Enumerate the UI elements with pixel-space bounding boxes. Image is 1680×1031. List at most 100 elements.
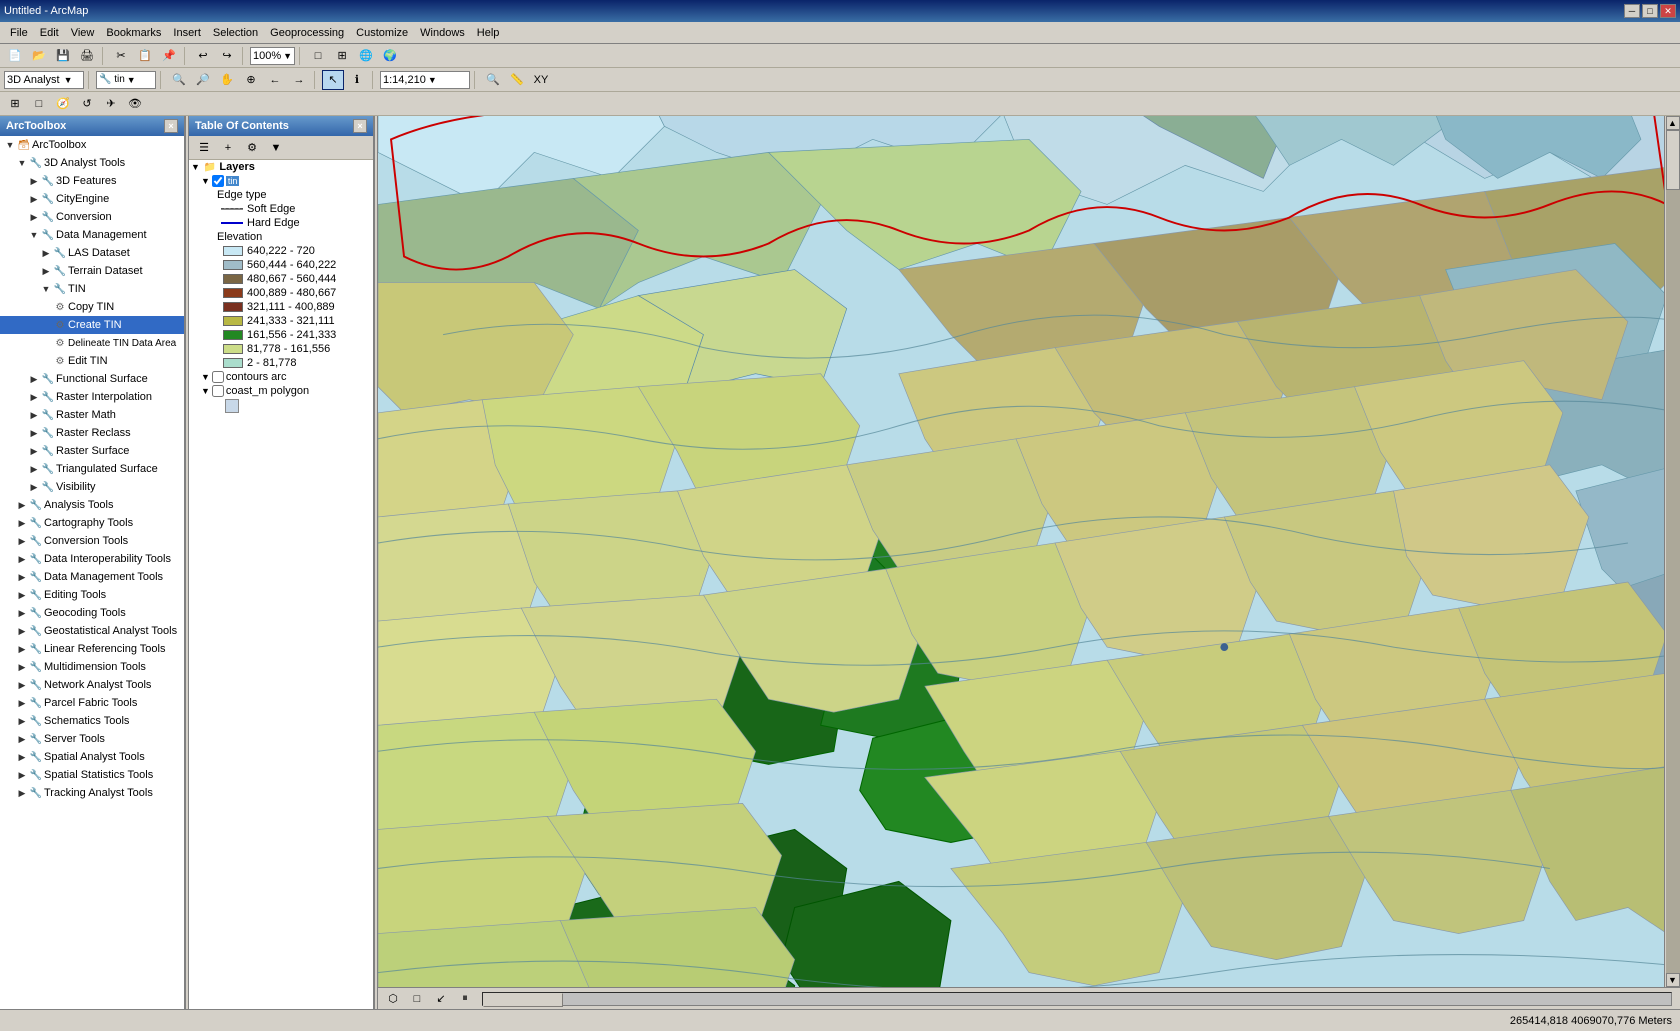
server-item[interactable]: ▶ 🔧 Server Tools	[0, 730, 184, 748]
3d-analyst-tools-item[interactable]: ▼ 🔧 3D Analyst Tools	[0, 154, 184, 172]
rotate-btn[interactable]: ↺	[76, 94, 98, 114]
3d-features-item[interactable]: ▶ 🔧 3D Features	[0, 172, 184, 190]
menu-file[interactable]: File	[4, 25, 34, 41]
scene-viewer-btn[interactable]: 👁	[124, 94, 146, 114]
cityengine-expand[interactable]: ▶	[28, 193, 40, 205]
find-btn[interactable]: 🔍	[482, 70, 504, 90]
analysis-tools-item[interactable]: ▶ 🔧 Analysis Tools	[0, 496, 184, 514]
map-extent-btn[interactable]: ⊞	[4, 94, 26, 114]
map-vertical-scrollbar[interactable]: ▲ ▼	[1664, 116, 1680, 987]
spatial-analyst-item[interactable]: ▶ 🔧 Spatial Analyst Tools	[0, 748, 184, 766]
map-fullscreen-btn[interactable]: □	[406, 989, 428, 1009]
prev-extent-btn[interactable]: ←	[264, 70, 286, 90]
server-expand[interactable]: ▶	[16, 733, 28, 745]
linear-ref-expand[interactable]: ▶	[16, 643, 28, 655]
layout-btn[interactable]: □	[28, 94, 50, 114]
tri-surface-expand[interactable]: ▶	[28, 463, 40, 475]
visibility-expand[interactable]: ▶	[28, 481, 40, 493]
zoom-in-btn[interactable]: 🔍	[168, 70, 190, 90]
func-surface-expand[interactable]: ▶	[28, 373, 40, 385]
parcel-expand[interactable]: ▶	[16, 697, 28, 709]
las-dataset-item[interactable]: ▶ 🔧 LAS Dataset	[0, 244, 184, 262]
tracking-expand[interactable]: ▶	[16, 787, 28, 799]
parcel-item[interactable]: ▶ 🔧 Parcel Fabric Tools	[0, 694, 184, 712]
map-area[interactable]: ⬡ □ ↙ ⏸ ▲ ▼	[378, 116, 1680, 1009]
geocoding-expand[interactable]: ▶	[16, 607, 28, 619]
tin-layer-checkbox[interactable]	[212, 175, 224, 187]
analysis-expand[interactable]: ▶	[16, 499, 28, 511]
data-interop-item[interactable]: ▶ 🔧 Data Interoperability Tools	[0, 550, 184, 568]
multidim-expand[interactable]: ▶	[16, 661, 28, 673]
coast-polygon-item[interactable]: ▼ coast_m polygon	[189, 384, 373, 398]
geocoding-item[interactable]: ▶ 🔧 Geocoding Tools	[0, 604, 184, 622]
raster-math-item[interactable]: ▶ 🔧 Raster Math	[0, 406, 184, 424]
data-view-btn[interactable]: ⊞	[331, 46, 353, 66]
zoom-out-btn[interactable]: 🔎	[192, 70, 214, 90]
data-management-item[interactable]: ▼ 🔧 Data Management	[0, 226, 184, 244]
geostat-item[interactable]: ▶ 🔧 Geostatistical Analyst Tools	[0, 622, 184, 640]
edit-tin-item[interactable]: ⚙ Edit TIN	[0, 352, 184, 370]
arcoolbox-root-item[interactable]: ▼ 🗃 ArcToolbox	[0, 136, 184, 154]
conversion-tools-item[interactable]: ▶ 🔧 Conversion Tools	[0, 532, 184, 550]
editing-tools-item[interactable]: ▶ 🔧 Editing Tools	[0, 586, 184, 604]
tin-folder-item[interactable]: ▼ 🔧 TIN	[0, 280, 184, 298]
toc-close-button[interactable]: ×	[353, 119, 367, 133]
cityengine-item[interactable]: ▶ 🔧 CityEngine	[0, 190, 184, 208]
close-window-button[interactable]: ✕	[1660, 4, 1676, 18]
spatial-stats-expand[interactable]: ▶	[16, 769, 28, 781]
undo-btn[interactable]: ↩	[192, 46, 214, 66]
data-mgmt-tools-expand[interactable]: ▶	[16, 571, 28, 583]
data-mgmt-tools-item[interactable]: ▶ 🔧 Data Management Tools	[0, 568, 184, 586]
map-pause-btn[interactable]: ⏸	[454, 989, 476, 1009]
raster-math-expand[interactable]: ▶	[28, 409, 40, 421]
maximize-button[interactable]: □	[1642, 4, 1658, 18]
menu-bookmarks[interactable]: Bookmarks	[100, 25, 167, 41]
menu-insert[interactable]: Insert	[167, 25, 207, 41]
print-btn[interactable]: 🖨	[76, 46, 98, 66]
toc-options-btn[interactable]: ▼	[265, 138, 287, 158]
3d-features-expand[interactable]: ▶	[28, 175, 40, 187]
next-extent-btn[interactable]: →	[288, 70, 310, 90]
web-btn[interactable]: 🌍	[379, 46, 401, 66]
analyst-combo[interactable]: 3D Analyst ▼	[4, 71, 84, 89]
tri-surface-item[interactable]: ▶ 🔧 Triangulated Surface	[0, 460, 184, 478]
conversion-expand[interactable]: ▶	[28, 211, 40, 223]
toc-add-data-btn[interactable]: +	[217, 138, 239, 158]
scroll-up-btn[interactable]: ▲	[1666, 116, 1680, 130]
raster-reclass-expand[interactable]: ▶	[28, 427, 40, 439]
toc-layers-group[interactable]: ▼ 📁 Layers	[189, 160, 373, 174]
arctoolbox-close-button[interactable]: ×	[164, 119, 178, 133]
tin-layer-item[interactable]: ▼ tin	[189, 174, 373, 188]
scroll-track[interactable]	[1666, 130, 1680, 973]
tin-expand[interactable]: ▼	[40, 283, 52, 295]
menu-selection[interactable]: Selection	[207, 25, 264, 41]
menu-geoprocessing[interactable]: Geoprocessing	[264, 25, 350, 41]
full-extent-btn[interactable]: ⊕	[240, 70, 262, 90]
nav3d-btn[interactable]: 🧭	[52, 94, 74, 114]
scale-input[interactable]: 1:14,210 ▼	[380, 71, 470, 89]
network-analyst-item[interactable]: ▶ 🔧 Network Analyst Tools	[0, 676, 184, 694]
schematics-item[interactable]: ▶ 🔧 Schematics Tools	[0, 712, 184, 730]
conversion-item[interactable]: ▶ 🔧 Conversion	[0, 208, 184, 226]
terrain-expand[interactable]: ▶	[40, 265, 52, 277]
3d-expand[interactable]: ▼	[16, 157, 28, 169]
scroll-down-btn[interactable]: ▼	[1666, 973, 1680, 987]
cut-btn[interactable]: ✂	[110, 46, 132, 66]
zoom-combo[interactable]: 100% ▼	[250, 47, 295, 65]
multidim-item[interactable]: ▶ 🔧 Multidimension Tools	[0, 658, 184, 676]
raster-interp-item[interactable]: ▶ 🔧 Raster Interpolation	[0, 388, 184, 406]
menu-help[interactable]: Help	[471, 25, 506, 41]
open-btn[interactable]: 📂	[28, 46, 50, 66]
map-scroll-slider[interactable]	[482, 992, 1672, 1006]
copy-btn[interactable]: 📋	[134, 46, 156, 66]
data-mgmt-expand[interactable]: ▼	[28, 229, 40, 241]
functional-surface-item[interactable]: ▶ 🔧 Functional Surface	[0, 370, 184, 388]
raster-surface-item[interactable]: ▶ 🔧 Raster Surface	[0, 442, 184, 460]
minimize-button[interactable]: ─	[1624, 4, 1640, 18]
new-btn[interactable]: 📄	[4, 46, 26, 66]
raster-reclass-item[interactable]: ▶ 🔧 Raster Reclass	[0, 424, 184, 442]
map-overview-btn[interactable]: ⬡	[382, 989, 404, 1009]
copy-tin-item[interactable]: ⚙ Copy TIN	[0, 298, 184, 316]
toc-properties-btn[interactable]: ⚙	[241, 138, 263, 158]
contours-checkbox[interactable]	[212, 371, 224, 383]
